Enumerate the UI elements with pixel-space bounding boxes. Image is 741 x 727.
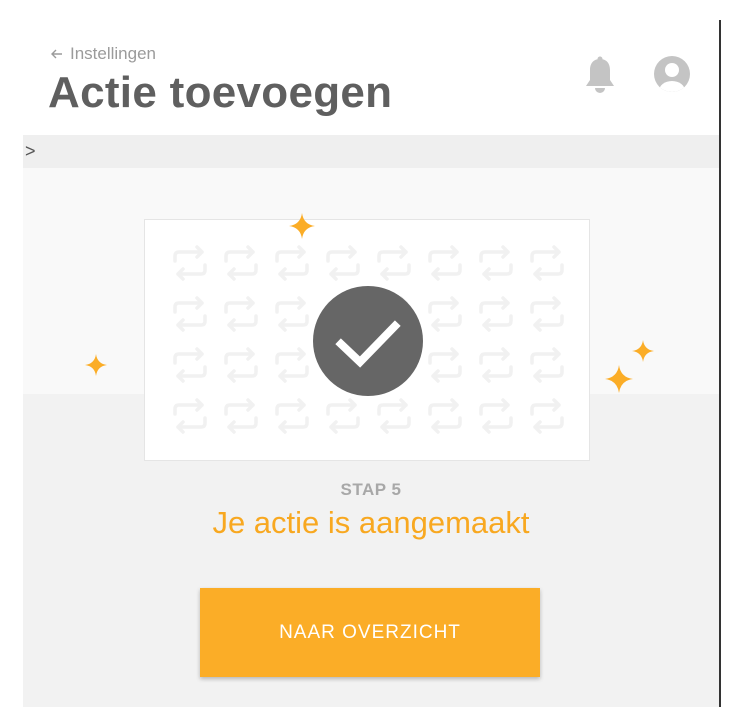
repeat-icon [377, 245, 411, 281]
repeat-icon [479, 296, 513, 332]
repeat-icon [173, 245, 207, 281]
repeat-icon [530, 296, 564, 332]
sparkle-icon [632, 340, 654, 362]
checkmark-icon [313, 286, 423, 396]
repeat-icon [275, 398, 309, 434]
repeat-icon [224, 245, 258, 281]
repeat-icon [224, 398, 258, 434]
repeat-icon [479, 398, 513, 434]
sparkle-icon [605, 365, 633, 393]
sparkle-icon [85, 354, 107, 376]
step-label: STAP 5 [340, 480, 402, 499]
repeat-icon [224, 347, 258, 383]
repeat-icon [173, 398, 207, 434]
user-avatar-icon[interactable] [653, 55, 691, 93]
to-overview-button[interactable]: NAAR OVERZICHT [200, 588, 540, 677]
arrow-left-icon [51, 49, 62, 59]
repeat-icon [428, 347, 462, 383]
repeat-icon [326, 245, 360, 281]
repeat-icon [275, 347, 309, 383]
repeat-icon [275, 245, 309, 281]
repeat-icon [530, 245, 564, 281]
success-message: Je actie is aangemaakt [212, 505, 530, 540]
repeat-icon [173, 347, 207, 383]
success-card [144, 219, 590, 461]
repeat-icon [479, 245, 513, 281]
bell-icon[interactable] [583, 56, 617, 94]
repeat-icon [377, 398, 411, 434]
page-header: Instellingen Actie toevoegen [23, 20, 719, 135]
sparkle-icon [289, 213, 315, 239]
repeat-icon [530, 398, 564, 434]
repeat-icon [326, 398, 360, 434]
back-link[interactable]: Instellingen [50, 44, 156, 64]
repeat-icon [275, 296, 309, 332]
breadcrumb: > [23, 135, 719, 168]
window-border [719, 20, 721, 707]
repeat-icon [224, 296, 258, 332]
repeat-icon [479, 347, 513, 383]
app-frame: Instellingen Actie toevoegen > STAP 5 Je… [23, 20, 719, 707]
repeat-icon [530, 347, 564, 383]
page-title: Actie toevoegen [48, 68, 393, 117]
back-link-label: Instellingen [70, 44, 157, 63]
repeat-icon [428, 296, 462, 332]
repeat-icon [173, 296, 207, 332]
repeat-icon [428, 398, 462, 434]
repeat-icon [428, 245, 462, 281]
breadcrumb-separator: > [25, 141, 36, 161]
